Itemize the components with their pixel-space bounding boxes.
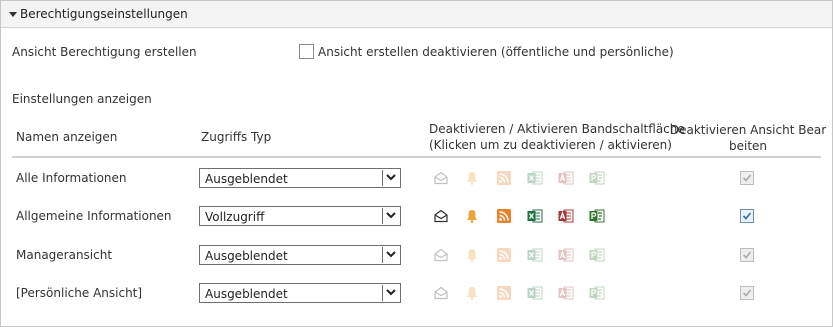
display-settings-heading: Einstellungen anzeigen (12, 92, 152, 106)
header-disable-edit-line2: beiten (728, 139, 768, 153)
excel-icon[interactable] (527, 247, 543, 263)
bell-icon[interactable] (464, 247, 480, 263)
project-icon[interactable] (589, 247, 605, 263)
access-icon[interactable] (558, 285, 574, 301)
rss-icon[interactable] (496, 285, 512, 301)
header-view-name: Namen anzeigen (16, 130, 118, 144)
rss-icon[interactable] (496, 247, 512, 263)
header-ribbon-line1: Deaktivieren / Aktivieren Bandschaltfläc… (429, 122, 685, 136)
view-name: Manageransicht (16, 248, 113, 262)
access-type-value: Ausgeblendet (205, 172, 288, 186)
header-disable-edit: Deaktivieren Ansicht Bear beiten (668, 122, 828, 154)
disable-create-view-checkbox[interactable] (299, 44, 314, 59)
access-icon[interactable] (558, 208, 574, 224)
access-type-value: Ausgeblendet (205, 287, 288, 301)
header-disable-edit-line1: Deaktivieren Ansicht Bear (669, 123, 827, 137)
section-header[interactable]: Berechtigungseinstellungen (1, 1, 832, 28)
dropdown-arrow-icon[interactable] (382, 208, 399, 224)
access-type-select[interactable]: Ausgeblendet (199, 245, 401, 265)
header-divider (12, 156, 821, 158)
dropdown-arrow-icon[interactable] (382, 170, 399, 186)
header-access-type: Zugriffs Typ (201, 130, 272, 144)
access-type-select[interactable]: Ausgeblendet (199, 168, 401, 188)
access-icon[interactable] (558, 170, 574, 186)
access-icon[interactable] (558, 247, 574, 263)
disable-edit-view-checkbox[interactable] (740, 209, 754, 223)
create-view-label: Ansicht Berechtigung erstellen (12, 45, 197, 59)
rss-icon[interactable] (496, 170, 512, 186)
access-type-value: Vollzugriff (205, 210, 265, 224)
project-icon[interactable] (589, 208, 605, 224)
view-name: [Persönliche Ansicht] (16, 286, 143, 300)
access-type-select[interactable]: Ausgeblendet (199, 283, 401, 303)
view-name: Allgemeine Informationen (16, 209, 172, 223)
collapse-caret-icon[interactable] (9, 12, 17, 17)
project-icon[interactable] (589, 285, 605, 301)
access-type-select[interactable]: Vollzugriff (199, 206, 401, 226)
excel-icon[interactable] (527, 208, 543, 224)
excel-icon[interactable] (527, 170, 543, 186)
section-title: Berechtigungseinstellungen (20, 7, 188, 21)
project-icon[interactable] (589, 170, 605, 186)
envelope-icon[interactable] (433, 208, 449, 224)
view-name: Alle Informationen (16, 171, 127, 185)
header-ribbon-line2: (Klicken um zu deaktivieren / aktivieren… (429, 138, 672, 152)
disable-edit-view-checkbox[interactable] (740, 248, 754, 262)
disable-edit-view-checkbox[interactable] (740, 171, 754, 185)
disable-create-view-label: Ansicht erstellen deaktivieren (öffentli… (318, 45, 674, 59)
envelope-icon[interactable] (433, 285, 449, 301)
envelope-icon[interactable] (433, 170, 449, 186)
bell-icon[interactable] (464, 208, 480, 224)
disable-edit-view-checkbox[interactable] (740, 286, 754, 300)
rss-icon[interactable] (496, 208, 512, 224)
excel-icon[interactable] (527, 285, 543, 301)
access-type-value: Ausgeblendet (205, 249, 288, 263)
bell-icon[interactable] (464, 285, 480, 301)
dropdown-arrow-icon[interactable] (382, 247, 399, 263)
envelope-icon[interactable] (433, 247, 449, 263)
dropdown-arrow-icon[interactable] (382, 285, 399, 301)
bell-icon[interactable] (464, 170, 480, 186)
